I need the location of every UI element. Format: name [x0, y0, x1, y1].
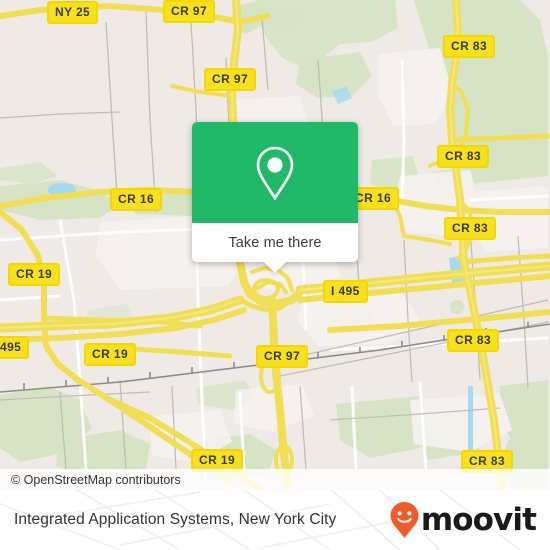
moovit-wordmark: moovit: [420, 501, 537, 538]
road-shield[interactable]: CR 83: [447, 329, 500, 352]
road-shield[interactable]: CR 97: [163, 0, 216, 23]
road-shield[interactable]: I 495: [323, 280, 368, 303]
moovit-brand-logo[interactable]: moovit: [389, 501, 537, 539]
map-attribution-bar: © OpenStreetMap contributors: [0, 469, 550, 490]
road-shield[interactable]: NY 25: [47, 1, 99, 24]
popup-pointer-tail: [263, 261, 287, 273]
location-pin-icon: [256, 146, 294, 200]
map-canvas[interactable]: NY 25 CR 97 CR 83 CR 97 CR 83 CR 16 CR 1…: [0, 0, 550, 490]
road-shield[interactable]: CR 83: [444, 217, 497, 240]
take-me-there-label: Take me there: [228, 234, 322, 251]
osm-attribution-text[interactable]: © OpenStreetMap contributors: [0, 473, 181, 487]
moovit-smiley-pin-icon: [390, 502, 419, 538]
road-shield[interactable]: CR 97: [256, 345, 309, 368]
road-shield[interactable]: CR 83: [437, 145, 490, 168]
footer-bar: Integrated Application Systems, New York…: [0, 490, 550, 550]
road-shield[interactable]: 495: [0, 336, 30, 359]
popup-icon-panel: [192, 122, 358, 223]
moovit-map-screenshot: NY 25 CR 97 CR 83 CR 97 CR 83 CR 16 CR 1…: [0, 0, 550, 550]
road-shield[interactable]: CR 19: [84, 343, 137, 366]
road-shield[interactable]: CR 16: [110, 188, 163, 211]
popup-action-panel[interactable]: Take me there: [192, 223, 358, 262]
road-shield[interactable]: CR 83: [443, 35, 496, 58]
road-shield[interactable]: CR 97: [204, 68, 257, 91]
road-shield[interactable]: CR 19: [8, 263, 61, 286]
location-popup-card[interactable]: Take me there: [192, 122, 358, 262]
place-title: Integrated Application Systems, New York…: [14, 511, 337, 528]
